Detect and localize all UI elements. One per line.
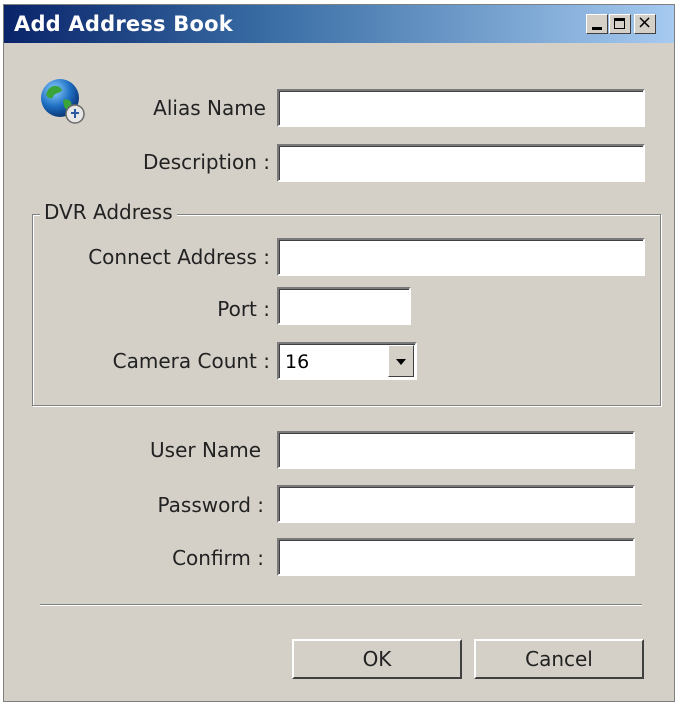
minimize-icon: [592, 27, 602, 30]
description-field-frame: [277, 144, 645, 182]
camera-count-dropdown-button[interactable]: [388, 345, 414, 377]
title-bar[interactable]: Add Address Book ×: [4, 5, 674, 43]
password-label: Password :: [157, 493, 264, 517]
ok-button[interactable]: OK: [292, 639, 462, 679]
maximize-button[interactable]: [609, 14, 631, 34]
user-name-label: User Name: [150, 438, 261, 462]
password-input[interactable]: [279, 487, 633, 521]
globe-network-icon: [41, 79, 85, 124]
alias-name-field-frame: [277, 89, 645, 127]
confirm-label: Confirm :: [172, 546, 264, 570]
camera-count-value: 16: [285, 351, 310, 373]
port-label: Port :: [217, 297, 270, 321]
confirm-field-frame: [277, 538, 635, 576]
minimize-button[interactable]: [586, 14, 608, 34]
cancel-button[interactable]: Cancel: [474, 639, 644, 679]
alias-name-input[interactable]: [279, 91, 643, 125]
user-name-input[interactable]: [279, 433, 633, 467]
window-title: Add Address Book: [14, 12, 233, 36]
maximize-icon: [614, 18, 625, 29]
chevron-down-icon: [396, 359, 406, 365]
dvr-address-legend: DVR Address: [40, 200, 177, 224]
password-field-frame: [277, 485, 635, 523]
camera-count-label: Camera Count :: [112, 349, 270, 373]
port-field-frame: [277, 287, 411, 325]
separator: [40, 604, 642, 606]
close-button[interactable]: ×: [634, 12, 656, 34]
alias-name-label: Alias Name: [153, 96, 266, 120]
connect-address-label: Connect Address :: [88, 245, 270, 269]
user-name-field-frame: [277, 431, 635, 469]
camera-count-select[interactable]: 16: [277, 342, 417, 380]
confirm-input[interactable]: [279, 540, 633, 574]
description-input[interactable]: [279, 146, 643, 180]
description-label: Description :: [142, 150, 270, 174]
close-icon: ×: [637, 12, 653, 33]
connect-address-input[interactable]: [279, 240, 643, 274]
port-input[interactable]: [279, 289, 409, 323]
connect-address-field-frame: [277, 238, 645, 276]
